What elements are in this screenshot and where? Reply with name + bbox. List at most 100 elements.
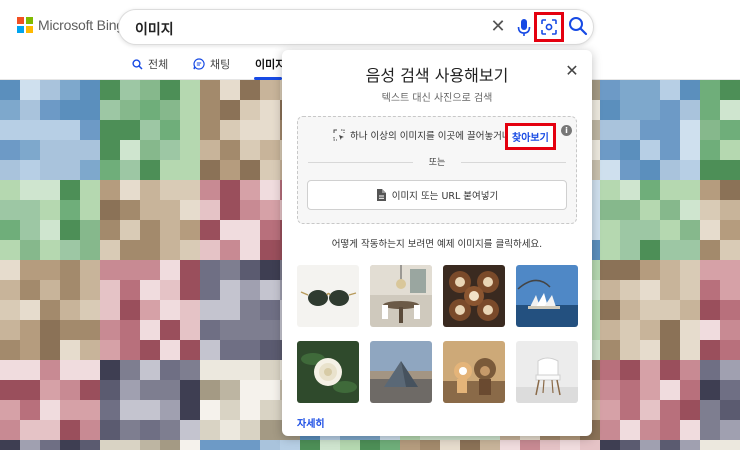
mosaic-tile [40, 380, 60, 400]
example-image-louvre-pyramid[interactable] [370, 341, 432, 403]
mosaic-tile [0, 300, 20, 320]
mosaic-tile [420, 440, 440, 450]
mosaic-tile [80, 360, 100, 380]
mosaic-tile [20, 120, 40, 140]
mosaic-tile [60, 420, 80, 440]
mosaic-tile [240, 380, 260, 400]
tab-images[interactable]: 이미지 [255, 56, 285, 72]
mosaic-tile [240, 280, 260, 300]
mosaic-tile [660, 240, 680, 260]
mosaic-tile [640, 380, 660, 400]
example-image-sunglasses[interactable] [297, 265, 359, 327]
mosaic-tile [120, 400, 140, 420]
example-image-white-chair[interactable] [516, 341, 578, 403]
example-hint: 어떻게 작동하는지 보려면 예제 이미지를 클릭하세요. [331, 239, 543, 250]
mosaic-tile [220, 160, 240, 180]
mosaic-tile [60, 260, 80, 280]
mosaic-tile [40, 320, 60, 340]
mosaic-tile [680, 100, 700, 120]
mosaic-tile [0, 220, 20, 240]
close-icon[interactable]: ✕ [487, 16, 509, 38]
mosaic-tile [60, 80, 80, 100]
mosaic-tile [160, 400, 180, 420]
bing-logo[interactable]: Microsoft Bing [17, 17, 124, 33]
mosaic-tile [640, 300, 660, 320]
visual-search-button[interactable] [534, 12, 564, 42]
close-panel-button[interactable]: ✕ [564, 63, 580, 79]
mosaic-tile [140, 140, 160, 160]
mosaic-tile [140, 100, 160, 120]
mosaic-tile [160, 240, 180, 260]
mosaic-tile [700, 360, 720, 380]
example-image-latte-art[interactable] [443, 265, 505, 327]
mosaic-tile [680, 280, 700, 300]
example-image-white-rose[interactable] [297, 341, 359, 403]
mosaic-tile [260, 400, 280, 420]
image-drop-zone[interactable]: 하나 이상의 이미지를 이곳에 끌어놓거나 찾아보기 i 또는 이미지 또는 U… [297, 116, 577, 224]
mosaic-tile [160, 440, 180, 450]
mosaic-tile [60, 380, 80, 400]
mosaic-tile [160, 300, 180, 320]
mosaic-tile [700, 140, 720, 160]
mosaic-tile [200, 160, 220, 180]
mosaic-tile [240, 400, 260, 420]
mosaic-tile [0, 240, 20, 260]
mosaic-tile [680, 140, 700, 160]
mosaic-tile [120, 180, 140, 200]
mosaic-tile [600, 200, 620, 220]
mosaic-tile [600, 240, 620, 260]
mosaic-tile [160, 140, 180, 160]
mosaic-tile [720, 400, 740, 420]
mosaic-tile [20, 400, 40, 420]
panel-subtitle: 텍스트 대신 사진으로 검색 [381, 93, 493, 104]
mosaic-tile [240, 320, 260, 340]
mosaic-tile [700, 420, 720, 440]
mosaic-tile [620, 180, 640, 200]
learn-more-link[interactable]: 자세히 [297, 415, 325, 430]
mosaic-tile [80, 320, 100, 340]
mosaic-tile [0, 400, 20, 420]
mosaic-tile [220, 280, 240, 300]
mosaic-tile [240, 240, 260, 260]
mosaic-tile [180, 140, 200, 160]
mosaic-tile [700, 300, 720, 320]
mosaic-tile [200, 360, 220, 380]
mosaic-tile [680, 120, 700, 140]
mosaic-tile [140, 340, 160, 360]
mosaic-tile [220, 380, 240, 400]
search-input[interactable]: 이미지 [135, 19, 174, 39]
mosaic-tile [260, 140, 280, 160]
visual-search-panel: 음성 검색 사용해보기 텍스트 대신 사진으로 검색 ✕ 하나 이상의 이미지를… [282, 50, 592, 436]
mosaic-tile [640, 220, 660, 240]
mosaic-tile [20, 260, 40, 280]
mosaic-tile [620, 400, 640, 420]
mosaic-tile [700, 380, 720, 400]
mosaic-tile [20, 300, 40, 320]
info-icon[interactable]: i [561, 125, 572, 136]
mosaic-tile [660, 260, 680, 280]
mosaic-tile [120, 80, 140, 100]
mosaic-tile [720, 420, 740, 440]
mosaic-tile [100, 120, 120, 140]
browse-button[interactable]: 찾아보기 [505, 123, 556, 150]
mosaic-tile [160, 220, 180, 240]
mosaic-tile [180, 400, 200, 420]
mosaic-tile [340, 440, 360, 450]
search-button[interactable] [568, 16, 588, 36]
microphone-icon[interactable] [515, 17, 533, 39]
mosaic-tile [200, 320, 220, 340]
mosaic-tile [680, 300, 700, 320]
search-box[interactable]: 이미지 ✕ [118, 9, 594, 45]
example-image-dog[interactable] [443, 341, 505, 403]
example-image-sydney-opera-house[interactable] [516, 265, 578, 327]
mosaic-tile [40, 440, 60, 450]
example-image-dining-room[interactable] [370, 265, 432, 327]
tab-all[interactable]: 전체 [132, 56, 168, 72]
mosaic-tile [220, 120, 240, 140]
mosaic-tile [100, 260, 120, 280]
paste-image-url-button[interactable]: 이미지 또는 URL 붙여넣기 [307, 180, 567, 210]
tab-chat[interactable]: 채팅 [193, 56, 230, 72]
mosaic-tile [660, 280, 680, 300]
mosaic-tile [240, 100, 260, 120]
mosaic-tile [160, 100, 180, 120]
